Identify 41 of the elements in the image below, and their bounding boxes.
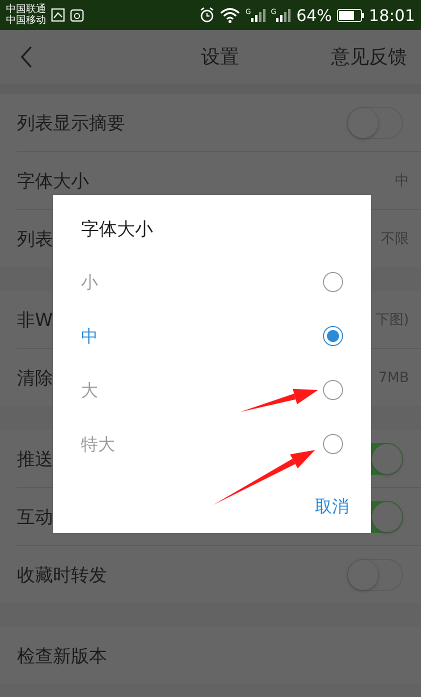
image-icon (51, 8, 65, 22)
option-row[interactable]: 小 (81, 255, 371, 309)
option-label: 中 (81, 326, 98, 348)
row-label: 非W (17, 308, 53, 332)
cancel-button[interactable]: 取消 (315, 495, 349, 518)
signal-icon (276, 8, 292, 22)
carrier-name: 中国联通 (6, 4, 46, 15)
radio-button[interactable] (323, 434, 343, 454)
wifi-icon (220, 7, 240, 23)
clock-time: 18:01 (368, 6, 415, 24)
signal-icon (250, 8, 266, 22)
option-row[interactable]: 特大 (81, 417, 371, 471)
settings-row[interactable]: 收藏时转发 (17, 546, 421, 603)
app-icon (70, 8, 84, 22)
radio-button[interactable] (323, 326, 343, 346)
dialog-title: 字体大小 (81, 218, 154, 242)
carrier-name: 中国移动 (6, 15, 46, 26)
radio-button[interactable] (323, 380, 343, 400)
row-label: 互动 (17, 506, 53, 528)
back-icon (20, 46, 33, 68)
radio-button[interactable] (323, 272, 343, 292)
settings-row[interactable]: 检查新版本 (17, 627, 421, 684)
option-row[interactable]: 大 (81, 363, 371, 417)
option-label: 特大 (81, 434, 115, 456)
option-row[interactable]: 中 (81, 309, 371, 363)
row-label: 收藏时转发 (17, 564, 107, 586)
battery-percent: 64% (296, 6, 332, 24)
toggle-switch[interactable] (347, 558, 403, 590)
battery-icon (336, 8, 364, 22)
row-label: 检查新版本 (17, 644, 107, 668)
feedback-button[interactable]: 意见反馈 (331, 44, 407, 70)
alarm-icon (199, 7, 216, 23)
row-label: 推送 (17, 448, 53, 470)
option-label: 小 (81, 272, 98, 294)
page-title: 设置 (200, 45, 240, 70)
toggle-switch[interactable] (347, 106, 403, 138)
settings-row[interactable]: 列表显示摘要 (17, 94, 421, 152)
row-label: 字体大小 (17, 170, 89, 192)
row-label: 列表显示摘要 (17, 112, 125, 134)
row-label: 清除 (17, 366, 53, 390)
option-label: 大 (81, 380, 98, 402)
